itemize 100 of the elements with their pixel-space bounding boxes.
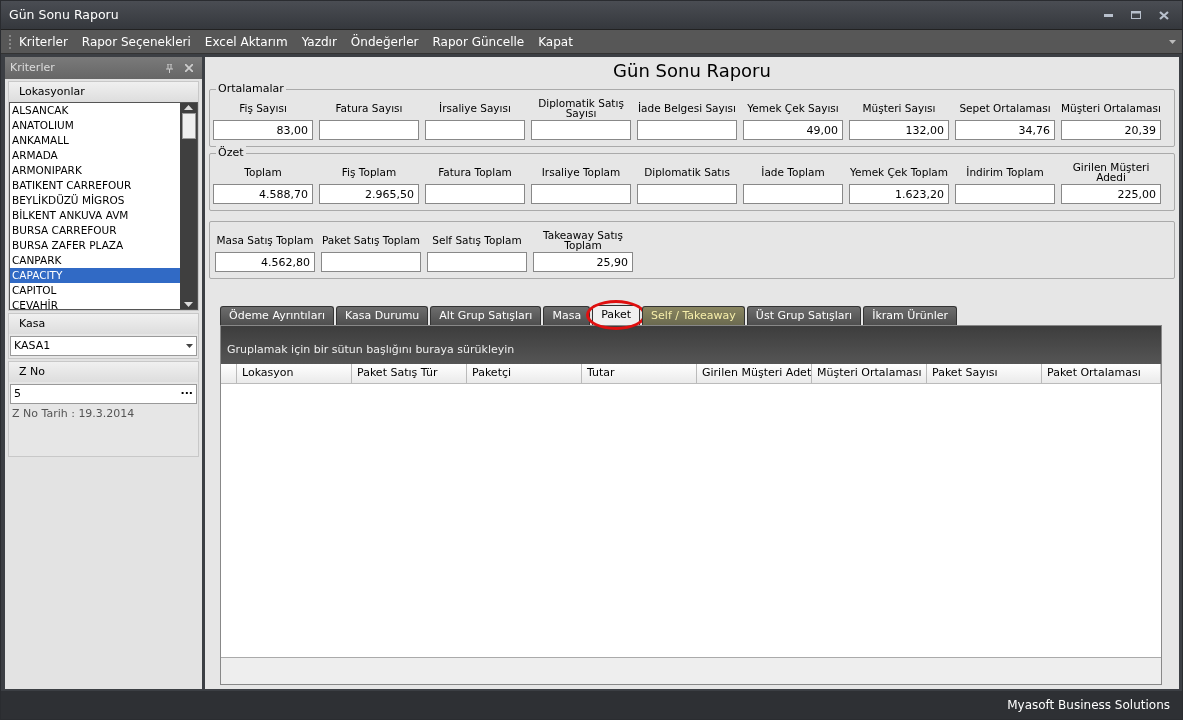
input-field[interactable] bbox=[319, 120, 419, 140]
status-text: Myasoft Business Solutions bbox=[1007, 697, 1170, 714]
input-field[interactable]: 132,00 bbox=[849, 120, 949, 140]
tab[interactable]: Paket bbox=[592, 305, 641, 325]
menu-item[interactable]: Kapat bbox=[531, 32, 580, 51]
list-item[interactable]: ARMONIPARK bbox=[10, 163, 180, 178]
input-field[interactable]: 2.965,50 bbox=[319, 184, 419, 204]
field-label: İade Belgesi Sayısı bbox=[637, 103, 736, 113]
field-label: Diplomatik Satıs bbox=[644, 167, 730, 177]
input-field[interactable]: 49,00 bbox=[743, 120, 843, 140]
tab[interactable]: Alt Grup Satışları bbox=[430, 306, 542, 325]
input-field[interactable]: 4.562,80 bbox=[215, 252, 315, 272]
field-label: Fatura Sayısı bbox=[335, 103, 403, 113]
field-label: Masa Satış Toplam bbox=[216, 235, 314, 245]
input-field[interactable]: 4.588,70 bbox=[213, 184, 313, 204]
column-header[interactable]: Paket Sayısı bbox=[927, 364, 1042, 383]
field-label: Diplomatik Satış Sayısı bbox=[537, 98, 625, 118]
menu-item[interactable]: Rapor Seçenekleri bbox=[74, 32, 198, 51]
tab[interactable]: İkram Ürünler bbox=[863, 306, 958, 325]
tab[interactable]: Self / Takeaway bbox=[642, 306, 745, 325]
input-field[interactable]: 34,76 bbox=[955, 120, 1055, 140]
input-field[interactable] bbox=[425, 120, 525, 140]
list-item[interactable]: ARMADA bbox=[10, 148, 180, 163]
field-label: Müşteri Sayısı bbox=[862, 103, 936, 113]
input-field[interactable]: 25,90 bbox=[533, 252, 633, 272]
input-field[interactable] bbox=[427, 252, 527, 272]
scrollbar-thumb[interactable] bbox=[181, 113, 196, 139]
field-label: Girilen Müşteri Adedi bbox=[1071, 162, 1151, 182]
scroll-down-icon[interactable] bbox=[184, 302, 193, 307]
input-field[interactable]: 83,00 bbox=[213, 120, 313, 140]
tab[interactable]: Ödeme Ayrıntıları bbox=[220, 306, 334, 325]
panel-title: Kriterler bbox=[10, 59, 56, 76]
input-field[interactable] bbox=[637, 120, 737, 140]
field-label: Fiş Toplam bbox=[341, 167, 397, 177]
field-label: İrsaliye Sayısı bbox=[439, 103, 511, 113]
section-header: Kasa bbox=[9, 314, 198, 334]
field-label: Sepet Ortalaması bbox=[959, 103, 1051, 113]
list-item[interactable]: CAPACITY bbox=[10, 268, 180, 283]
minimize-icon[interactable] bbox=[1103, 13, 1113, 17]
input-field[interactable] bbox=[425, 184, 525, 204]
input-field[interactable]: 225,00 bbox=[1061, 184, 1161, 204]
list-item[interactable]: ANATOLIUM bbox=[10, 118, 180, 133]
menu-item[interactable]: Kriterler bbox=[12, 32, 75, 51]
column-header[interactable]: Girilen Müşteri Adet bbox=[697, 364, 812, 383]
input-field[interactable] bbox=[531, 184, 631, 204]
section-header: Z No bbox=[9, 362, 198, 382]
field-label: Fatura Toplam bbox=[438, 167, 512, 177]
column-header[interactable]: Tutar bbox=[582, 364, 697, 383]
list-item[interactable]: BURSA ZAFER PLAZA bbox=[10, 238, 180, 253]
input-field[interactable] bbox=[955, 184, 1055, 204]
column-header[interactable]: Paket Satış Tür bbox=[352, 364, 467, 383]
list-item[interactable]: CAPITOL bbox=[10, 283, 180, 298]
list-item[interactable]: ALSANCAK bbox=[10, 103, 180, 118]
field-label: İndirim Toplam bbox=[966, 167, 1044, 177]
grip-icon bbox=[9, 33, 12, 50]
input-field[interactable]: 1.623,20 bbox=[849, 184, 949, 204]
group-hint: Gruplamak için bir sütun başlığını buraya sürükleyin bbox=[227, 341, 515, 358]
scroll-up-icon[interactable] bbox=[184, 105, 193, 110]
pin-icon[interactable] bbox=[166, 63, 173, 73]
window-title: Gün Sonu Raporu bbox=[9, 5, 120, 24]
tab[interactable]: Masa bbox=[543, 306, 591, 325]
tab[interactable]: Üst Grup Satışları bbox=[746, 306, 862, 325]
field-label: Self Satış Toplam bbox=[432, 235, 522, 245]
dropdown-icon[interactable] bbox=[186, 344, 193, 348]
menu-item[interactable]: Rapor Güncelle bbox=[425, 32, 532, 51]
input-field[interactable] bbox=[743, 184, 843, 204]
field-label: Irsaliye Toplam bbox=[541, 167, 621, 177]
column-header[interactable]: Paketçi bbox=[467, 364, 582, 383]
column-header[interactable]: Müşteri Ortalaması bbox=[812, 364, 927, 383]
input-field[interactable] bbox=[637, 184, 737, 204]
date-label: Z No Tarih : 19.3.2014 bbox=[11, 406, 136, 422]
maximize-icon[interactable] bbox=[1131, 11, 1141, 19]
list-item[interactable]: CEVAHİR bbox=[10, 298, 180, 309]
menu-item[interactable]: Öndeğerler bbox=[343, 32, 426, 51]
close-icon[interactable] bbox=[185, 64, 193, 72]
list-item[interactable]: BURSA CARREFOUR bbox=[10, 223, 180, 238]
menu-item[interactable]: Excel Aktarım bbox=[197, 32, 295, 51]
list-item[interactable]: ANKAMALL bbox=[10, 133, 180, 148]
kasa-dropdown[interactable]: KASA1 bbox=[10, 336, 197, 356]
tab[interactable]: Kasa Durumu bbox=[336, 306, 429, 325]
list-item[interactable]: BİLKENT ANKUVA AVM bbox=[10, 208, 180, 223]
field-label: Yemek Çek Toplam bbox=[849, 167, 949, 177]
field-label: Müşteri Ortalaması bbox=[1061, 103, 1161, 113]
list-item[interactable]: BATIKENT CARREFOUR bbox=[10, 178, 180, 193]
input-field[interactable]: 20,39 bbox=[1061, 120, 1161, 140]
field-label: Takeaway Satış Toplam bbox=[542, 230, 624, 250]
report-title: Gün Sonu Raporu bbox=[612, 59, 772, 83]
menu-item[interactable]: Yazdır bbox=[294, 32, 344, 51]
column-header[interactable]: Lokasyon bbox=[237, 364, 352, 383]
input-field[interactable] bbox=[531, 120, 631, 140]
field-label: Fiş Sayısı bbox=[239, 103, 287, 113]
list-item[interactable]: BEYLİKDÜZÜ MİGROS bbox=[10, 193, 180, 208]
field-label: Paket Satış Toplam bbox=[321, 235, 421, 245]
field-label: İade Toplam bbox=[761, 167, 825, 177]
close-icon[interactable] bbox=[1159, 10, 1169, 20]
column-header[interactable]: Paket Ortalaması bbox=[1042, 364, 1161, 383]
list-item[interactable]: CANPARK bbox=[10, 253, 180, 268]
field-label: Toplam bbox=[244, 167, 282, 177]
section-header: Lokasyonlar bbox=[9, 82, 198, 102]
input-field[interactable] bbox=[321, 252, 421, 272]
